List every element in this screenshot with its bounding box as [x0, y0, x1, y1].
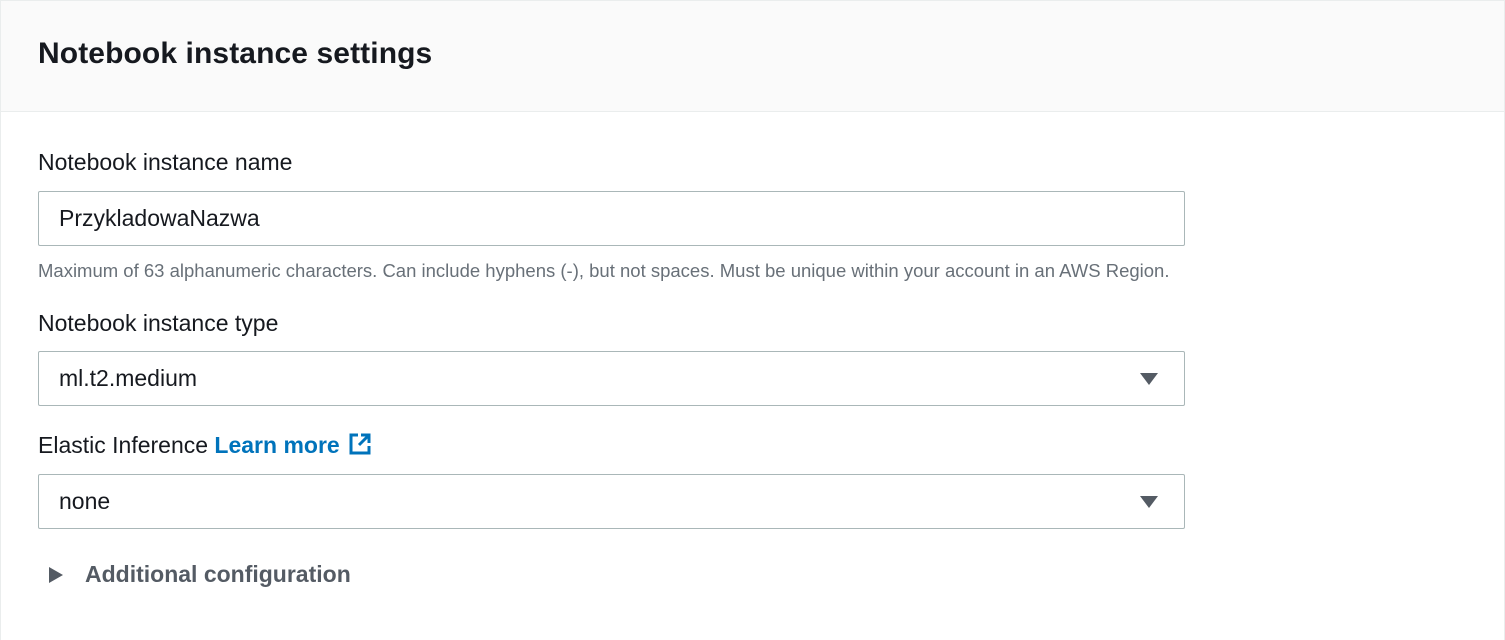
elastic-inference-label: Elastic Inference — [38, 432, 209, 458]
notebook-name-input[interactable] — [38, 191, 1185, 246]
elastic-inference-select[interactable]: none — [38, 474, 1185, 529]
panel-title: Notebook instance settings — [38, 37, 433, 70]
caret-right-icon — [49, 566, 63, 583]
settings-panel: Notebook instance settings Notebook inst… — [0, 0, 1505, 640]
notebook-name-hint: Maximum of 63 alphanumeric characters. C… — [38, 260, 1170, 281]
panel-header: Notebook instance settings — [1, 1, 1504, 112]
elastic-inference-value: none — [59, 488, 111, 514]
caret-down-icon — [1140, 495, 1158, 508]
additional-configuration-toggle[interactable]: Additional configuration — [49, 561, 351, 588]
learn-more-text: Learn more — [214, 432, 340, 458]
instance-type-label: Notebook instance type — [38, 310, 279, 336]
additional-configuration-label: Additional configuration — [85, 561, 351, 587]
notebook-name-label: Notebook instance name — [38, 149, 293, 175]
external-link-icon[interactable] — [348, 432, 372, 462]
elastic-inference-label-row: Elastic Inference Learn more — [38, 431, 372, 462]
caret-down-icon — [1140, 372, 1158, 385]
learn-more-link[interactable]: Learn more — [214, 432, 371, 458]
instance-type-value: ml.t2.medium — [59, 365, 198, 391]
instance-type-select[interactable]: ml.t2.medium — [38, 351, 1185, 406]
